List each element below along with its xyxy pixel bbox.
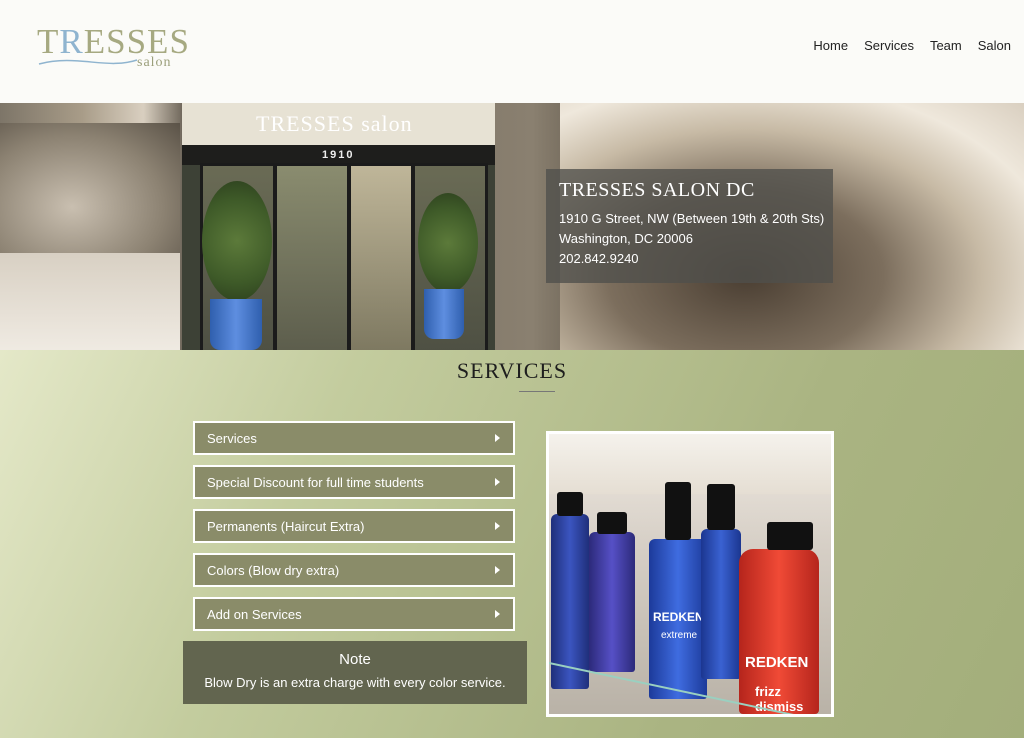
door-right [348,163,414,350]
door-left [274,163,350,350]
site-header: TRESSES salon Home Services Team Salon [0,0,1024,103]
services-section: SERVICES Services Special Discount for f… [0,350,1024,738]
caret-right-icon [495,478,500,486]
bottle-purple [589,532,635,672]
pot-right [424,289,464,339]
bottle-blue [701,529,741,679]
accordion-label: Add on Services [207,607,302,622]
nav-salon[interactable]: Salon [978,38,1011,53]
contact-card: TRESSES SALON DC 1910 G Street, NW (Betw… [546,169,833,283]
note-text: Blow Dry is an extra charge with every c… [204,675,506,690]
contact-city: Washington, DC 20006 [559,231,693,246]
bottle-cap [557,492,583,516]
product-photo: REDKEN extreme REDKEN frizz dismiss [546,431,834,717]
caret-right-icon [495,610,500,618]
note-box: Note Blow Dry is an extra charge with ev… [183,641,527,704]
bottle-product-label: extreme [661,630,698,641]
awning-text: TRESSES salon [256,111,413,136]
services-heading: SERVICES [456,358,568,383]
contact-address: 1910 G Street, NW (Between 19th & 20th S… [559,211,825,226]
bottle-pump [707,484,735,530]
nav-team[interactable]: Team [930,38,962,53]
accordion-label: Services [207,431,257,446]
caret-right-icon [495,522,500,530]
bottle-brand-label: REDKEN [745,654,809,671]
caret-right-icon [495,566,500,574]
hero-background-photo [0,253,180,350]
address-number: 1910 [322,149,355,161]
storefront-photo: TRESSES salon 1910 [182,103,495,350]
contact-phone[interactable]: 202.842.9240 [559,251,639,266]
pot-left [210,299,262,350]
accordion-label: Special Discount for full time students [207,475,424,490]
main-nav: Home Services Team Salon [813,38,1011,53]
accordion-student-discount[interactable]: Special Discount for full time students [193,465,515,499]
contact-title: TRESSES SALON DC [559,179,755,201]
bottle-pump [665,482,691,540]
bottle-brand-label: REDKEN [653,610,704,624]
plant-left [202,181,272,301]
bottle-cap [597,512,627,534]
accordion-colors[interactable]: Colors (Blow dry extra) [193,553,515,587]
awning: TRESSES salon [182,103,495,145]
logo[interactable]: TRESSES salon [37,22,189,74]
accordion-add-on[interactable]: Add on Services [193,597,515,631]
note-title: Note [339,651,371,668]
heading-divider [519,391,555,392]
logo-subtitle: salon [137,55,172,70]
accordion-services[interactable]: Services [193,421,515,455]
accordion-label: Colors (Blow dry extra) [207,563,340,578]
hero-banner: TRESSES salon 1910 TRESSES SALON DC 1910… [0,103,1024,350]
nav-services[interactable]: Services [864,38,914,53]
plant-right [418,193,478,293]
caret-right-icon [495,434,500,442]
hero-background-photo [0,123,180,263]
accordion-permanents[interactable]: Permanents (Haircut Extra) [193,509,515,543]
nav-home[interactable]: Home [813,38,848,53]
accordion-label: Permanents (Haircut Extra) [207,519,365,534]
bottle-cap [767,522,813,550]
